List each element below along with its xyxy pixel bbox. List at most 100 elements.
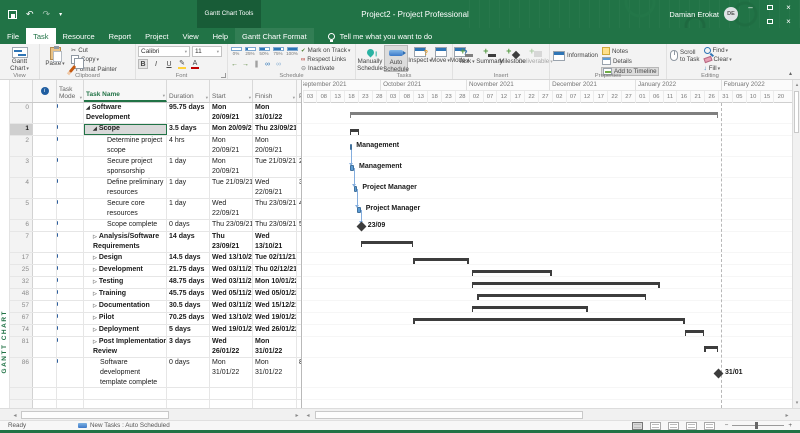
pred-cell[interactable] — [297, 289, 302, 300]
report-view-button[interactable] — [704, 422, 715, 430]
timescale-day[interactable]: 12 — [580, 91, 594, 103]
row-number-cell[interactable]: 6 — [10, 220, 33, 231]
task-mode-cell[interactable] — [57, 265, 84, 276]
tab-gantt-chart-format[interactable]: Gantt Chart Format — [235, 28, 314, 44]
pred-cell[interactable]: 3 — [297, 178, 302, 198]
percent-75-button[interactable]: 75% — [272, 47, 284, 56]
pred-cell[interactable]: 5 — [297, 220, 302, 231]
finish-cell[interactable] — [253, 400, 297, 408]
pred-cell[interactable] — [297, 313, 302, 324]
task-mode-cell[interactable] — [57, 337, 84, 357]
start-cell[interactable]: Mon 20/09/21 — [210, 124, 253, 135]
tab-report[interactable]: Report — [102, 28, 139, 44]
timescale-day[interactable]: 10 — [746, 91, 760, 103]
pred-cell[interactable]: 2 — [297, 157, 302, 177]
mark-on-track-button[interactable]: ✔ Mark on Track — [300, 47, 351, 54]
row-number-cell[interactable]: 4 — [10, 178, 33, 198]
summary-bar[interactable] — [704, 346, 718, 349]
task-bar[interactable] — [350, 144, 352, 150]
task-name-cell[interactable]: ▷Deployment — [84, 325, 167, 336]
task-name-cell[interactable]: ▷Pilot — [84, 313, 167, 324]
duration-cell[interactable]: 21.75 days — [167, 265, 210, 276]
duration-cell[interactable]: 48.75 days — [167, 277, 210, 288]
tab-view[interactable]: View — [175, 28, 205, 44]
account-chip[interactable]: Damian Erokat DE — [669, 0, 738, 28]
task-mode-cell[interactable] — [57, 103, 84, 123]
task-mode-cell[interactable] — [57, 178, 84, 198]
duration-cell[interactable]: 45.75 days — [167, 289, 210, 300]
info-cell[interactable] — [33, 301, 57, 312]
timescale[interactable]: September 2021October 2021November 2021D… — [303, 80, 792, 103]
row-number-cell[interactable]: 0 — [10, 103, 33, 123]
resource-sheet-view-button[interactable] — [686, 422, 697, 430]
duration-cell[interactable]: 1 day — [167, 157, 210, 177]
tab-resource[interactable]: Resource — [56, 28, 102, 44]
finish-cell[interactable]: Tue 21/09/21 — [253, 157, 297, 177]
column-header-predecessors[interactable]: Predecessors▾ — [297, 80, 302, 102]
finish-cell[interactable]: Mon 20/09/21 — [253, 136, 297, 156]
task-usage-view-button[interactable] — [650, 422, 661, 430]
task-name-cell[interactable]: Define preliminary resources — [84, 178, 167, 198]
start-cell[interactable]: Wed 05/11/21 — [210, 289, 253, 300]
percent-50-button[interactable]: 50% — [258, 47, 270, 56]
timescale-day[interactable]: 15 — [760, 91, 774, 103]
new-tasks-mode-button[interactable]: New Tasks : Auto Scheduled — [90, 422, 170, 429]
finish-cell[interactable] — [253, 388, 297, 399]
link-tasks-icon[interactable]: ∞ — [263, 61, 272, 68]
zoom-in-button[interactable]: + — [788, 422, 792, 429]
gantt-chart-view-button[interactable] — [632, 422, 643, 430]
info-cell[interactable] — [33, 277, 57, 288]
task-mode-cell[interactable] — [57, 388, 84, 399]
row-number-cell[interactable]: 2 — [10, 136, 33, 156]
tab-help[interactable]: Help — [206, 28, 235, 44]
pred-cell[interactable] — [297, 136, 302, 156]
finish-cell[interactable]: Thu 02/12/21 — [253, 265, 297, 276]
undo-icon[interactable]: ↶ — [26, 9, 34, 20]
timescale-day[interactable]: 08 — [399, 91, 413, 103]
pred-cell[interactable]: 8 — [297, 358, 302, 387]
info-cell[interactable] — [33, 358, 57, 387]
pred-cell[interactable] — [297, 337, 302, 357]
timescale-day[interactable]: 13 — [330, 91, 344, 103]
column-header-duration[interactable]: Duration▾ — [167, 80, 210, 102]
timescale-day[interactable]: 21 — [690, 91, 704, 103]
timescale-month[interactable]: November 2021 — [466, 80, 549, 91]
notes-button[interactable]: Notes — [601, 47, 659, 55]
unlink-tasks-icon[interactable]: ∞ — [274, 61, 283, 68]
pred-cell[interactable] — [297, 232, 302, 252]
expand-outline-icon[interactable]: ▷ — [93, 234, 97, 240]
info-cell[interactable] — [33, 232, 57, 252]
timescale-day[interactable]: 22 — [524, 91, 538, 103]
column-header-task-mode[interactable]: Task Mode▾ — [57, 80, 84, 102]
task-name-cell[interactable]: ◢Software Development — [84, 103, 167, 123]
duration-cell[interactable]: 1 day — [167, 178, 210, 198]
expand-outline-icon[interactable]: ▷ — [93, 315, 97, 321]
duration-cell[interactable]: 14.5 days — [167, 253, 210, 264]
percent-25-button[interactable]: 25% — [244, 47, 256, 56]
cut-button[interactable]: ✂ Cut — [70, 47, 118, 54]
timescale-day[interactable]: 11 — [663, 91, 677, 103]
task-mode-cell[interactable] — [57, 220, 84, 231]
expand-outline-icon[interactable]: ▷ — [93, 279, 97, 285]
start-cell[interactable]: Wed 22/09/21 — [210, 199, 253, 219]
duration-cell[interactable]: 14 days — [167, 232, 210, 252]
summary-bar[interactable] — [350, 112, 718, 115]
info-cell[interactable] — [33, 124, 57, 135]
task-mode-cell[interactable] — [57, 358, 84, 387]
task-mode-cell[interactable] — [57, 232, 84, 252]
info-cell[interactable] — [33, 313, 57, 324]
details-button[interactable]: Details — [601, 57, 659, 65]
finish-cell[interactable]: Mon 31/01/22 — [253, 358, 297, 387]
inspect-button[interactable]: ? Inspect — [410, 45, 430, 72]
row-number-cell[interactable]: 7 — [10, 232, 33, 252]
tell-me-box[interactable]: Tell me what you want to do — [328, 28, 433, 44]
finish-cell[interactable]: Mon 31/01/22 — [253, 103, 297, 123]
redo-icon[interactable]: ↷ — [43, 9, 51, 20]
zoom-out-button[interactable]: − — [725, 422, 729, 429]
start-cell[interactable]: Wed 13/10/21 — [210, 253, 253, 264]
expand-outline-icon[interactable]: ▷ — [93, 291, 97, 297]
duration-cell[interactable]: 3.5 days — [167, 124, 210, 135]
finish-cell[interactable]: Mon 31/01/22 — [253, 337, 297, 357]
start-cell[interactable]: Wed 26/01/22 — [210, 337, 253, 357]
task-mode-cell[interactable] — [57, 253, 84, 264]
